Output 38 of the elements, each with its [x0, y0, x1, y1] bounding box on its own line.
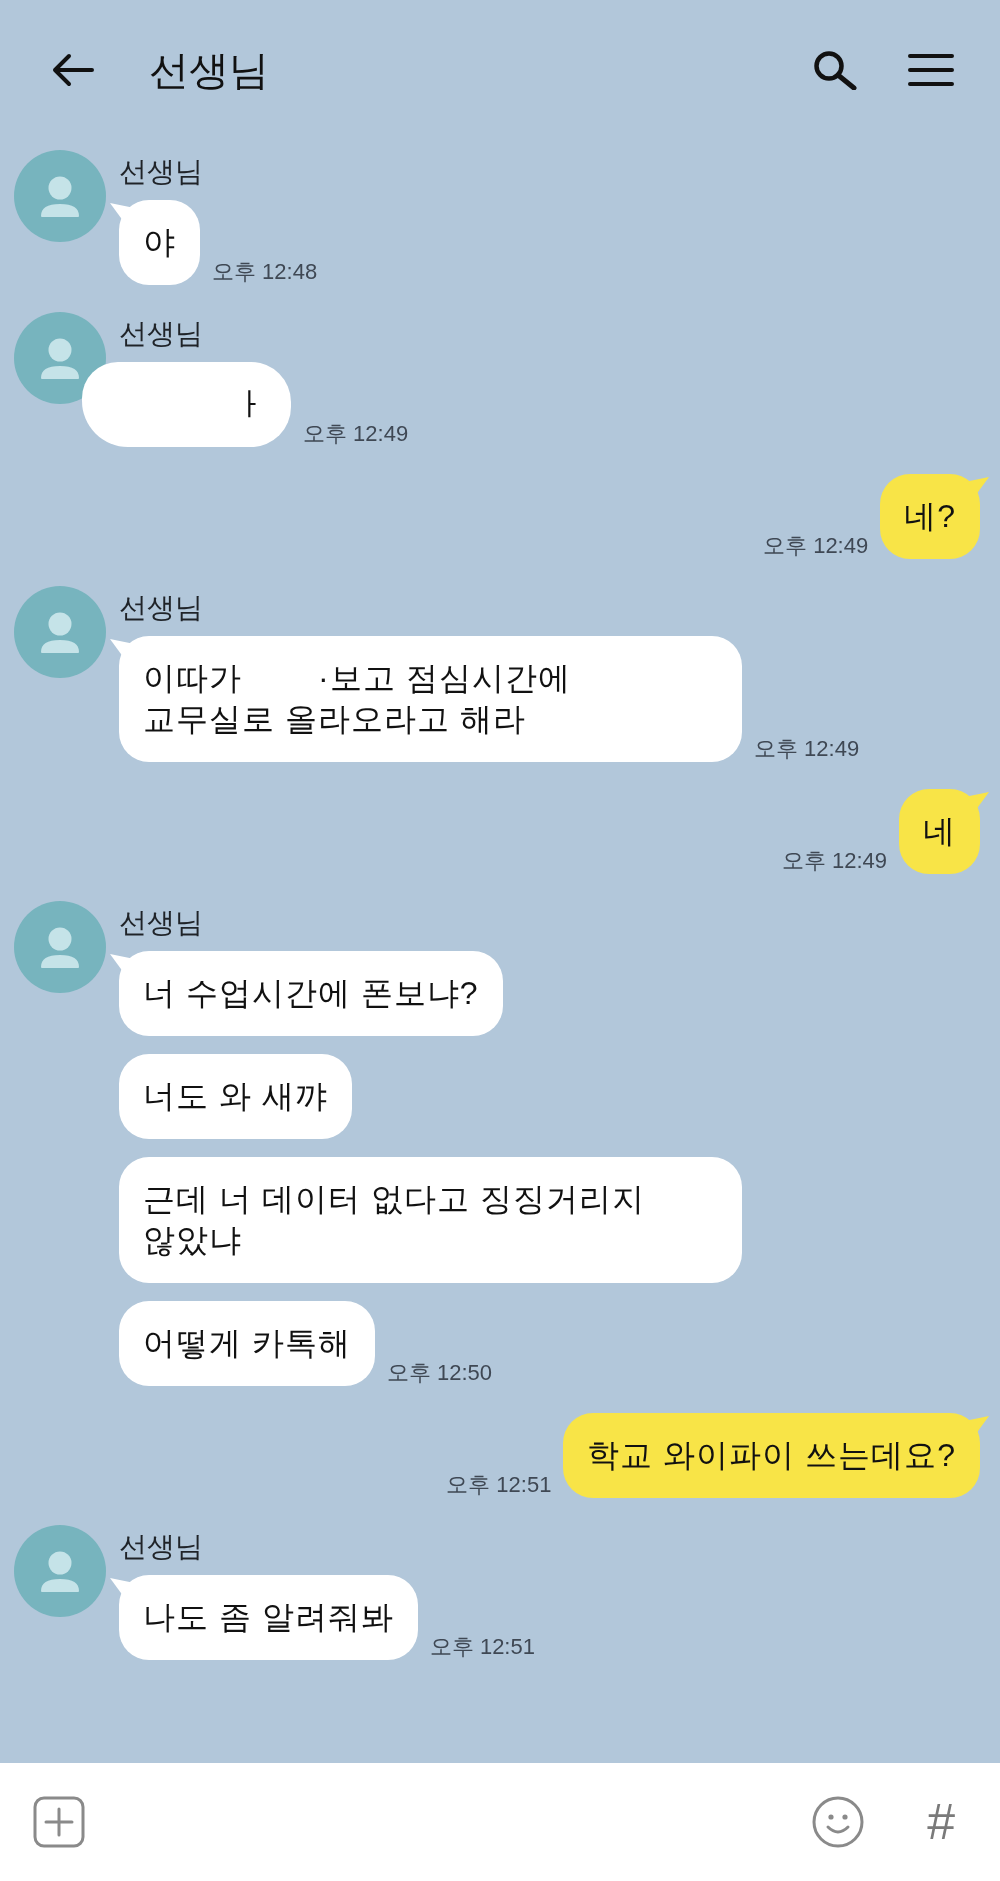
message-text: 근데 너 데이터 없다고 징징거리지 않았냐 [143, 1180, 645, 1260]
message-text: ·보고 점심시간에 [318, 659, 571, 698]
message-text: 네? [904, 497, 956, 536]
message-time: 오후 12:50 [386, 1360, 493, 1386]
sender-name: 선생님 [119, 906, 203, 940]
avatar-icon[interactable] [14, 312, 106, 404]
message-text: 이따가 [143, 659, 242, 698]
sender-name: 선생님 [119, 317, 203, 351]
avatar-icon[interactable] [14, 1525, 106, 1617]
message-time: 오후 12:49 [763, 533, 869, 559]
message-text: 너도 와 새꺄 [143, 1077, 328, 1116]
message-time: 오후 12:51 [446, 1472, 552, 1498]
message-text: ㅏ [234, 385, 267, 424]
search-icon[interactable] [812, 50, 857, 90]
hashtag-button[interactable]: # [927, 1797, 955, 1847]
emoji-icon[interactable] [812, 1796, 865, 1848]
plus-icon[interactable] [33, 1796, 85, 1848]
avatar-icon[interactable] [14, 150, 106, 242]
back-arrow-icon[interactable] [50, 53, 94, 87]
avatar-icon[interactable] [14, 586, 106, 678]
message-time: 오후 12:51 [429, 1634, 535, 1660]
message-text: 너 수업시간에 폰보냐? [143, 974, 479, 1013]
sender-name: 선생님 [119, 591, 203, 625]
message-text: 어떻게 카톡해 [143, 1324, 351, 1363]
message-text: 교무실로 올라오라고 해라 [143, 700, 526, 739]
message-text: 나도 좀 알려줘봐 [143, 1598, 394, 1637]
message-time: 오후 12:49 [781, 848, 887, 874]
chat-title: 선생님 [149, 47, 269, 94]
message-text: 야 [143, 223, 176, 262]
sender-name: 선생님 [119, 1530, 203, 1564]
message-text: 네 [923, 812, 956, 851]
message-time: 오후 12:49 [303, 421, 409, 447]
menu-icon[interactable] [907, 53, 955, 87]
message-time: 오후 12:49 [754, 736, 860, 762]
message-time: 오후 12:48 [212, 259, 318, 285]
avatar-icon[interactable] [14, 901, 106, 993]
sender-name: 선생님 [119, 155, 203, 189]
message-text: 학교 와이파이 쓰는데요? [587, 1436, 956, 1475]
